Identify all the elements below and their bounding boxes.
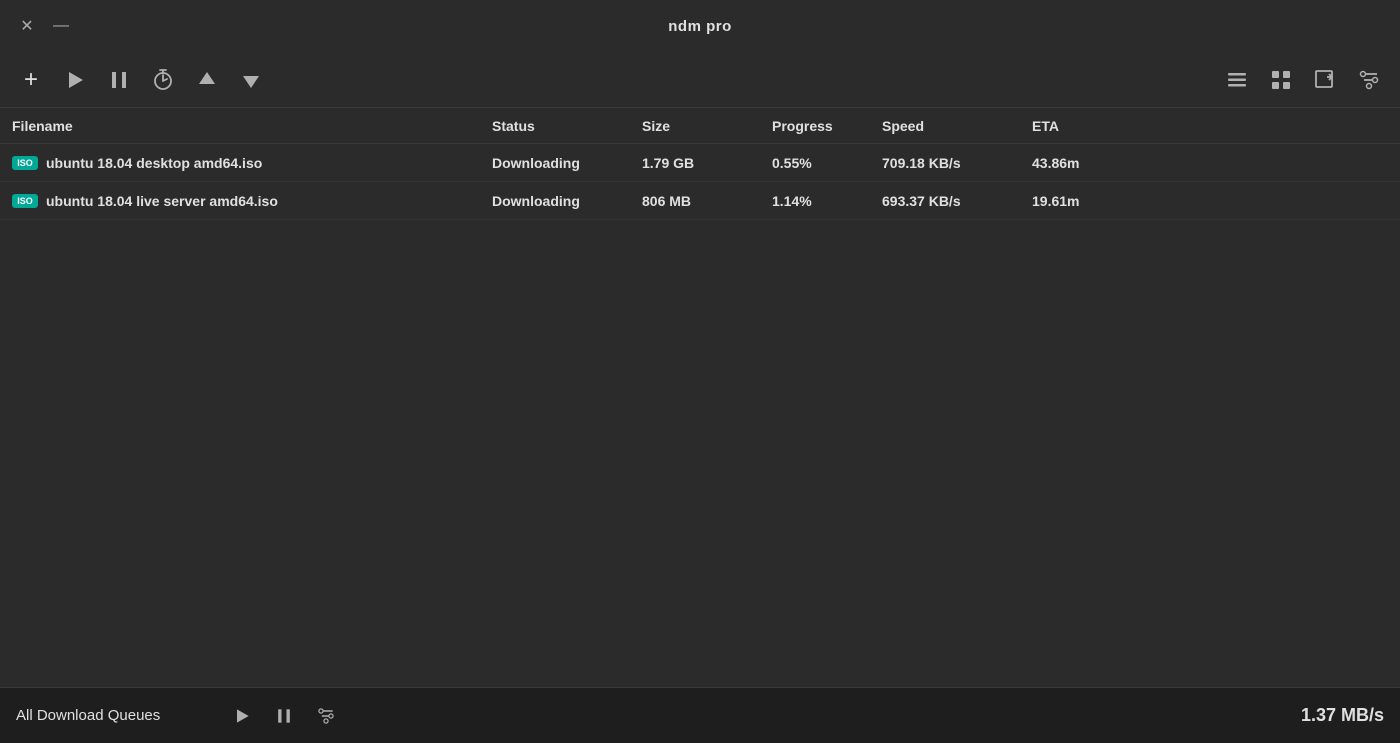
row-eta: 19.61m [1032, 193, 1388, 209]
title-bar: ✕ — ndm pro [0, 0, 1400, 52]
row-size: 1.79 GB [642, 155, 772, 171]
timer-button[interactable] [148, 65, 178, 95]
status-play-icon [232, 706, 252, 726]
col-header-eta: ETA [1032, 118, 1388, 134]
plus-icon: + [24, 66, 38, 94]
play-icon [63, 68, 87, 92]
window-controls: ✕ — [16, 15, 72, 37]
settings-icon [1357, 68, 1381, 92]
settings-button[interactable] [1354, 65, 1384, 95]
col-header-size: Size [642, 118, 772, 134]
arrow-down-icon [239, 68, 263, 92]
status-settings-icon [316, 706, 336, 726]
export-button[interactable] [1310, 65, 1340, 95]
row-filename: ISO ubuntu 18.04 desktop amd64.iso [12, 155, 492, 171]
toolbar: + [0, 52, 1400, 108]
queue-label: All Download Queues [16, 707, 216, 724]
status-pause-icon [274, 706, 294, 726]
timer-icon [151, 68, 175, 92]
arrow-up-icon [195, 68, 219, 92]
export-icon [1313, 68, 1337, 92]
pause-button[interactable] [104, 65, 134, 95]
iso-badge: ISO [12, 156, 38, 170]
minimize-button[interactable]: — [50, 15, 72, 37]
row-speed: 709.18 KB/s [882, 155, 1032, 171]
table-body: ISO ubuntu 18.04 desktop amd64.iso Downl… [0, 144, 1400, 687]
col-header-status: Status [492, 118, 642, 134]
play-button[interactable] [60, 65, 90, 95]
list-view-button[interactable] [1222, 65, 1252, 95]
row-status: Downloading [492, 193, 642, 209]
status-controls [228, 702, 340, 730]
row-size: 806 MB [642, 193, 772, 209]
col-header-speed: Speed [882, 118, 1032, 134]
filename-text: ubuntu 18.04 desktop amd64.iso [46, 155, 262, 171]
col-header-progress: Progress [772, 118, 882, 134]
table-row[interactable]: ISO ubuntu 18.04 live server amd64.iso D… [0, 182, 1400, 220]
move-down-button[interactable] [236, 65, 266, 95]
grid-view-icon [1269, 68, 1293, 92]
total-speed: 1.37 MB/s [1301, 705, 1384, 726]
pause-icon [107, 68, 131, 92]
status-play-button[interactable] [228, 702, 256, 730]
move-up-button[interactable] [192, 65, 222, 95]
add-button[interactable]: + [16, 65, 46, 95]
filename-text: ubuntu 18.04 live server amd64.iso [46, 193, 278, 209]
table-row[interactable]: ISO ubuntu 18.04 desktop amd64.iso Downl… [0, 144, 1400, 182]
toolbar-right [1222, 65, 1384, 95]
col-header-filename: Filename [12, 118, 492, 134]
list-view-icon [1225, 68, 1249, 92]
row-progress: 1.14% [772, 193, 882, 209]
status-pause-button[interactable] [270, 702, 298, 730]
grid-view-button[interactable] [1266, 65, 1296, 95]
row-eta: 43.86m [1032, 155, 1388, 171]
row-status: Downloading [492, 155, 642, 171]
status-settings-button[interactable] [312, 702, 340, 730]
row-progress: 0.55% [772, 155, 882, 171]
status-bar: All Download Queues [0, 687, 1400, 743]
table-header: Filename Status Size Progress Speed ETA [0, 108, 1400, 144]
row-filename: ISO ubuntu 18.04 live server amd64.iso [12, 193, 492, 209]
row-speed: 693.37 KB/s [882, 193, 1032, 209]
close-button[interactable]: ✕ [16, 15, 38, 37]
iso-badge: ISO [12, 194, 38, 208]
app-title: ndm pro [668, 18, 732, 35]
toolbar-left: + [16, 65, 1222, 95]
